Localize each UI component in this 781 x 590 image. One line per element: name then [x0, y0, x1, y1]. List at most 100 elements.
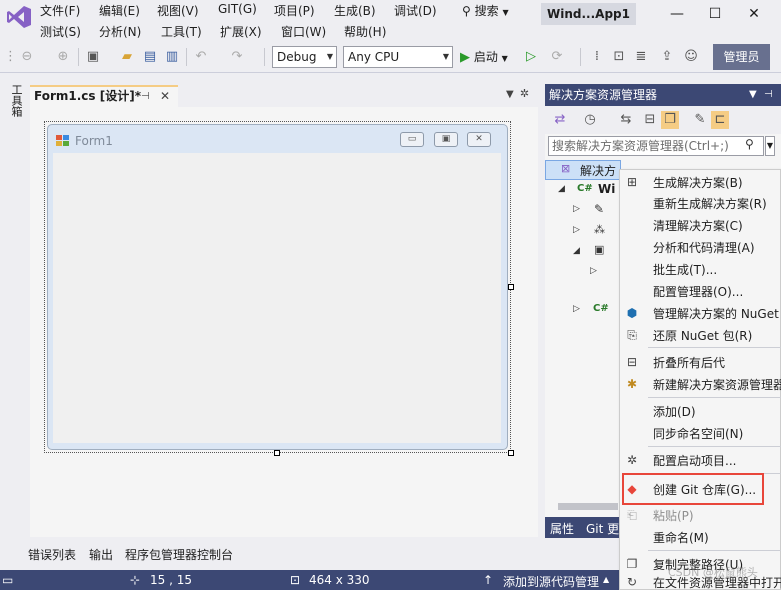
step-button[interactable]: ⁞	[588, 48, 606, 66]
menu-file[interactable]: 文件(F)	[40, 2, 80, 19]
toolbar-separator	[580, 48, 581, 66]
pending-changes-button[interactable]: ◷	[581, 111, 599, 129]
solution-platform-dropdown[interactable]: Any CPU ▼	[343, 46, 453, 68]
toolbox-tab[interactable]: 工具箱	[8, 84, 23, 117]
wrench-icon[interactable]: ✎	[691, 111, 709, 129]
toolbar-separator	[78, 48, 79, 66]
menu-build[interactable]: 生成(B)	[334, 2, 376, 19]
start-without-debugging-button[interactable]: ▷	[522, 48, 540, 66]
hot-reload-button[interactable]: ⟳	[548, 48, 566, 66]
format-button[interactable]: ≣	[632, 48, 650, 66]
menu-git[interactable]: GIT(G)	[218, 2, 257, 16]
menu-edit[interactable]: 编辑(E)	[99, 2, 140, 19]
search-options-dropdown[interactable]: ▼	[765, 136, 775, 156]
redo-button[interactable]: ↷	[228, 48, 246, 66]
menu-item-set-startup-projects[interactable]: ✲ 配置启动项目...	[620, 449, 781, 471]
maximize-button[interactable]: ☐	[705, 4, 725, 24]
menu-extensions[interactable]: 扩展(X)	[220, 23, 262, 40]
solution-node-label: 解决方	[580, 164, 617, 178]
menu-item-collapse-all[interactable]: ⊟ 折叠所有后代	[620, 351, 781, 373]
switch-views-button[interactable]: ⇄	[551, 111, 569, 129]
menu-debug[interactable]: 调试(D)	[394, 2, 437, 19]
menu-test[interactable]: 测试(S)	[40, 23, 81, 40]
menu-item-add[interactable]: 添加(D)	[620, 400, 781, 422]
notification-icon[interactable]: ▭	[2, 573, 13, 587]
menu-project[interactable]: 项目(P)	[274, 2, 315, 19]
tab-git-changes[interactable]: Git 更	[586, 520, 619, 537]
collapsed-arrow-icon[interactable]: ▷	[573, 225, 580, 235]
preview-button[interactable]: ⊏	[711, 111, 729, 129]
menu-help[interactable]: 帮助(H)	[344, 23, 386, 40]
menu-item-rename[interactable]: 重命名(M)	[620, 526, 781, 548]
menu-item-analyze-cleanup[interactable]: 分析和代码清理(A)	[620, 236, 781, 258]
menu-item-build-solution[interactable]: ⊞ 生成解决方案(B)	[620, 171, 781, 193]
sync-button[interactable]: ⇆	[617, 111, 635, 129]
undo-button[interactable]: ↶	[192, 48, 210, 66]
add-to-source-control[interactable]: 添加到源代码管理	[503, 573, 599, 590]
menu-analyze[interactable]: 分析(N)	[99, 23, 141, 40]
configuration-value: Debug	[277, 50, 317, 64]
show-all-files-button[interactable]: ❐	[661, 111, 679, 129]
gear-icon[interactable]: ✲	[520, 87, 529, 100]
forward-button[interactable]: ⊕	[54, 48, 72, 66]
designer-position: 15 , 15	[150, 573, 192, 587]
resize-handle-corner[interactable]	[508, 450, 514, 456]
save-button[interactable]: ▤	[141, 48, 159, 66]
minimize-icon: —	[670, 6, 684, 22]
menu-item-configuration-manager[interactable]: 配置管理器(O)...	[620, 280, 781, 302]
resize-handle-bottom[interactable]	[274, 450, 280, 456]
menu-item-clean-solution[interactable]: 清理解决方案(C)	[620, 214, 781, 236]
close-window-button[interactable]: ✕	[744, 4, 764, 24]
search-icon[interactable]: ⚲	[745, 137, 754, 151]
collapsed-arrow-icon[interactable]: ▷	[573, 204, 580, 214]
chevron-down-icon[interactable]: ▼	[749, 84, 757, 106]
menu-item-new-solution-explorer[interactable]: ✱ 新建解决方案资源管理器	[620, 373, 781, 395]
menu-separator	[648, 446, 781, 447]
tab-error-list[interactable]: 错误列表	[28, 546, 76, 563]
form-client-area[interactable]	[53, 153, 501, 443]
solution-explorer-search-input[interactable]: 搜索解决方案资源管理器(Ctrl+;)	[548, 136, 764, 156]
save-all-button[interactable]: ▥	[163, 48, 181, 66]
collapse-all-button[interactable]: ⊟	[641, 111, 659, 129]
menu-tools[interactable]: 工具(T)	[161, 23, 202, 40]
tab-form1-design[interactable]: Form1.cs [设计]* ⊣ ✕	[30, 85, 178, 107]
solution-configuration-dropdown[interactable]: Debug ▼	[272, 46, 337, 68]
open-folder-button[interactable]: ▰	[118, 48, 136, 66]
tab-properties[interactable]: 属性	[550, 520, 574, 537]
menu-item-paste[interactable]: ⎗ 粘贴(P)	[620, 504, 781, 526]
live-share-button[interactable]: ⇪	[658, 48, 676, 66]
play-icon: ▶	[460, 50, 470, 65]
expanded-arrow-icon[interactable]: ◢	[573, 246, 580, 256]
menu-item-manage-nuget[interactable]: ⬢ 管理解决方案的 NuGet	[620, 302, 781, 324]
resize-handle-right[interactable]	[508, 284, 514, 290]
tab-output[interactable]: 输出	[89, 546, 113, 563]
menu-item-rebuild-solution[interactable]: 重新生成解决方案(R)	[620, 192, 781, 214]
menu-item-restore-nuget[interactable]: ⎘ 还原 NuGet 包(R)	[620, 324, 781, 346]
horizontal-scrollbar[interactable]	[558, 503, 618, 510]
project-node-label[interactable]: Wi	[598, 182, 615, 196]
collapsed-arrow-icon[interactable]: ▷	[573, 304, 580, 314]
close-tab-icon[interactable]: ✕	[160, 87, 170, 106]
chevron-down-icon[interactable]: ▼	[506, 89, 514, 100]
back-button[interactable]: ⊖	[18, 48, 36, 66]
chevron-up-icon: ▲	[603, 575, 610, 584]
expanded-arrow-icon[interactable]: ◢	[558, 184, 565, 194]
menu-item-sync-namespaces[interactable]: 同步命名空间(N)	[620, 422, 781, 444]
start-button[interactable]: ▶ 启动 ▼	[460, 47, 508, 67]
maximize-icon: ☐	[708, 6, 722, 22]
tab-package-manager-console[interactable]: 程序包管理器控制台	[125, 546, 233, 563]
admin-badge[interactable]: 管理员	[713, 44, 770, 70]
pin-icon[interactable]: ⊣	[764, 84, 773, 106]
form-icon	[56, 135, 69, 146]
feedback-icon[interactable]: ☺	[682, 48, 700, 66]
pin-icon[interactable]: ⊣	[141, 87, 150, 106]
collapsed-arrow-icon[interactable]: ▷	[590, 266, 597, 276]
menu-view[interactable]: 视图(V)	[157, 2, 199, 19]
position-icon: ⊹	[130, 573, 141, 587]
menu-window[interactable]: 窗口(W)	[281, 23, 326, 40]
breakpoint-button[interactable]: ⊡	[610, 48, 628, 66]
new-project-button[interactable]: ▣	[84, 48, 102, 66]
minimize-button[interactable]: —	[667, 4, 687, 24]
menu-item-batch-build[interactable]: 批生成(T)...	[620, 258, 781, 280]
search-menu[interactable]: ⚲ 搜索 ▼	[462, 2, 526, 22]
